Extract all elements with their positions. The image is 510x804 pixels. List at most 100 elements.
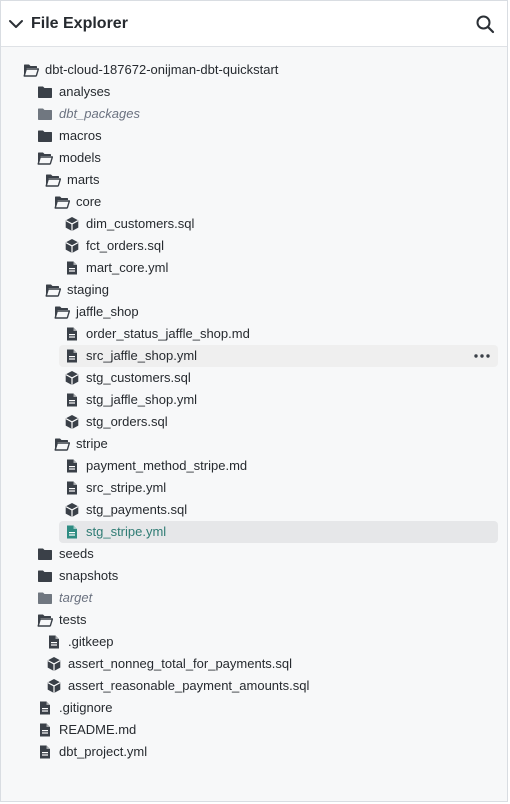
file-icon — [46, 634, 62, 650]
tree-file-gitkeep[interactable]: .gitkeep — [1, 631, 507, 653]
folder-icon — [37, 568, 53, 584]
folder-open-icon — [54, 304, 70, 320]
folder-open-icon — [54, 194, 70, 210]
tree-item-label: assert_reasonable_payment_amounts.sql — [68, 678, 310, 693]
tree-item-label: .gitkeep — [68, 634, 114, 649]
tree-folder-root[interactable]: dbt-cloud-187672-onijman-dbt-quickstart — [1, 59, 507, 81]
tree-folder-marts[interactable]: marts — [1, 169, 507, 191]
tree-item-label: marts — [67, 172, 100, 187]
tree-folder-tests[interactable]: tests — [1, 609, 507, 631]
tree-folder-seeds[interactable]: seeds — [1, 543, 507, 565]
tree-file-payment-method[interactable]: payment_method_stripe.md — [1, 455, 507, 477]
tree-file-stg-jaffle-shop[interactable]: stg_jaffle_shop.yml — [1, 389, 507, 411]
tree-item-label: assert_nonneg_total_for_payments.sql — [68, 656, 293, 671]
tree-folder-macros[interactable]: macros — [1, 125, 507, 147]
model-cube-icon — [64, 414, 80, 430]
tree-folder-core[interactable]: core — [1, 191, 507, 213]
tree-file-fct-orders[interactable]: fct_orders.sql — [1, 235, 507, 257]
tree-folder-jaffle-shop[interactable]: jaffle_shop — [1, 301, 507, 323]
file-icon — [64, 392, 80, 408]
folder-open-icon — [54, 436, 70, 452]
tree-item-label: staging — [67, 282, 109, 297]
file-icon — [64, 458, 80, 474]
tree-item-label: src_stripe.yml — [86, 480, 167, 495]
tree-item-label: models — [59, 150, 101, 165]
tree-item-label: seeds — [59, 546, 94, 561]
chevron-down-icon[interactable] — [7, 15, 25, 33]
tree-item-label: tests — [59, 612, 87, 627]
file-icon — [64, 348, 80, 364]
file-explorer-panel: File Explorer dbt-cloud-187672-onijman-d… — [0, 0, 508, 802]
folder-open-icon — [45, 172, 61, 188]
model-cube-icon — [64, 502, 80, 518]
tree-item-label: stg_payments.sql — [86, 502, 188, 517]
folder-open-icon — [37, 612, 53, 628]
file-icon — [37, 722, 53, 738]
tree-item-label: macros — [59, 128, 102, 143]
folder-icon — [37, 546, 53, 562]
tree-item-label: target — [59, 590, 93, 605]
file-explorer-header: File Explorer — [1, 1, 507, 47]
tree-folder-analyses[interactable]: analyses — [1, 81, 507, 103]
tree-folder-staging[interactable]: staging — [1, 279, 507, 301]
tree-folder-snapshots[interactable]: snapshots — [1, 565, 507, 587]
folder-icon — [37, 590, 53, 606]
tree-item-label: snapshots — [59, 568, 119, 583]
tree-file-mart-core[interactable]: mart_core.yml — [1, 257, 507, 279]
tree-file-order-status[interactable]: order_status_jaffle_shop.md — [1, 323, 507, 345]
search-icon[interactable] — [475, 14, 495, 34]
tree-file-src-stripe[interactable]: src_stripe.yml — [1, 477, 507, 499]
tree-file-stg-payments[interactable]: stg_payments.sql — [1, 499, 507, 521]
folder-open-icon — [23, 62, 39, 78]
tree-item-label: jaffle_shop — [76, 304, 139, 319]
tree-item-label: dim_customers.sql — [86, 216, 195, 231]
tree-item-label: analyses — [59, 84, 111, 99]
tree-item-label: stg_customers.sql — [86, 370, 191, 385]
tree-item-label: stripe — [76, 436, 108, 451]
tree-file-readme[interactable]: README.md — [1, 719, 507, 741]
tree-file-stg-orders[interactable]: stg_orders.sql — [1, 411, 507, 433]
file-icon — [64, 524, 80, 540]
tree-item-label: src_jaffle_shop.yml — [86, 348, 198, 363]
tree-file-assert-reasonable[interactable]: assert_reasonable_payment_amounts.sql — [1, 675, 507, 697]
tree-file-assert-nonneg[interactable]: assert_nonneg_total_for_payments.sql — [1, 653, 507, 675]
tree-folder-stripe[interactable]: stripe — [1, 433, 507, 455]
folder-open-icon — [45, 282, 61, 298]
file-icon — [37, 700, 53, 716]
tree-item-label: dbt_packages — [59, 106, 140, 121]
model-cube-icon — [46, 656, 62, 672]
tree-item-label: README.md — [59, 722, 137, 737]
folder-open-icon — [37, 150, 53, 166]
model-cube-icon — [64, 238, 80, 254]
tree-item-label: mart_core.yml — [86, 260, 169, 275]
tree-file-stg-stripe[interactable]: stg_stripe.yml — [1, 521, 507, 543]
tree-item-label: stg_stripe.yml — [86, 524, 167, 539]
tree-item-label: fct_orders.sql — [86, 238, 165, 253]
tree-file-stg-customers[interactable]: stg_customers.sql — [1, 367, 507, 389]
tree-file-dim-customers[interactable]: dim_customers.sql — [1, 213, 507, 235]
file-icon — [64, 326, 80, 342]
file-tree: dbt-cloud-187672-onijman-dbt-quickstart … — [1, 47, 507, 763]
tree-item-label: stg_orders.sql — [86, 414, 168, 429]
file-icon — [37, 744, 53, 760]
tree-folder-target[interactable]: target — [1, 587, 507, 609]
tree-item-label: stg_jaffle_shop.yml — [86, 392, 198, 407]
tree-file-dbt-project[interactable]: dbt_project.yml — [1, 741, 507, 763]
tree-folder-models[interactable]: models — [1, 147, 507, 169]
tree-file-gitignore[interactable]: .gitignore — [1, 697, 507, 719]
tree-item-label: dbt_project.yml — [59, 744, 148, 759]
more-horizontal-icon[interactable] — [473, 349, 491, 363]
tree-item-label: .gitignore — [59, 700, 113, 715]
tree-file-src-jaffle-shop[interactable]: src_jaffle_shop.yml — [1, 345, 507, 367]
tree-item-label: dbt-cloud-187672-onijman-dbt-quickstart — [45, 62, 279, 77]
tree-item-label: core — [76, 194, 102, 209]
tree-item-label: payment_method_stripe.md — [86, 458, 248, 473]
panel-title: File Explorer — [31, 14, 128, 32]
model-cube-icon — [46, 678, 62, 694]
tree-item-label: order_status_jaffle_shop.md — [86, 326, 250, 341]
folder-icon — [37, 84, 53, 100]
tree-folder-dbt-packages[interactable]: dbt_packages — [1, 103, 507, 125]
model-cube-icon — [64, 216, 80, 232]
folder-icon — [37, 106, 53, 122]
model-cube-icon — [64, 370, 80, 386]
